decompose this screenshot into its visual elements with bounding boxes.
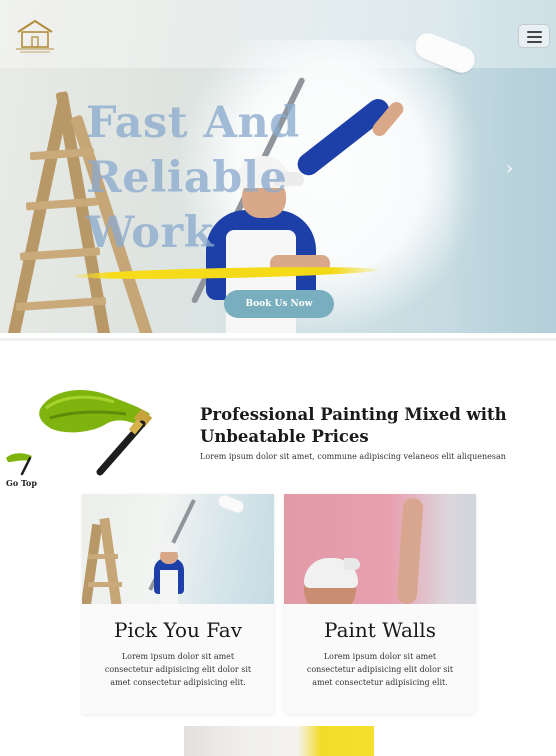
hero-title-line: Reliable [86, 153, 288, 203]
book-us-now-button[interactable]: Book Us Now [224, 290, 334, 318]
navbar [0, 0, 556, 68]
service-card[interactable]: Pick You Fav Lorem ipsum dolor sit amet … [82, 494, 274, 714]
paint-brush-icon [36, 384, 162, 476]
hero-title-line: Work [86, 208, 214, 258]
hamburger-menu-icon[interactable] [518, 24, 550, 48]
card-image [284, 494, 476, 604]
go-top-label: Go Top [6, 478, 37, 488]
card-title: Pick You Fav [113, 618, 243, 642]
intro-subtext: Lorem ipsum dolor sit amet, commune adip… [200, 452, 506, 461]
service-card[interactable]: Paint Walls Lorem ipsum dolor sit amet c… [284, 494, 476, 714]
intro-heading: Professional Painting Mixed with Unbeata… [200, 405, 507, 446]
card-description: Lorem ipsum dolor sit amet consectetur a… [104, 652, 252, 687]
chevron-right-icon[interactable]: › [506, 158, 526, 180]
card-image [82, 494, 274, 604]
paint-brush-icon [6, 453, 32, 476]
hero-title-line: Fast And [86, 98, 300, 148]
house-logo-icon[interactable] [14, 18, 56, 54]
hero-banner: Fast And Reliable Work Book Us Now › [0, 0, 556, 333]
card-title: Paint Walls [324, 618, 436, 642]
section-divider [0, 338, 556, 341]
hero-title: Fast And Reliable Work [86, 96, 346, 261]
service-card-image [184, 726, 374, 756]
go-top-button[interactable]: Go Top [4, 452, 40, 492]
card-description: Lorem ipsum dolor sit amet consectetur a… [306, 652, 454, 687]
